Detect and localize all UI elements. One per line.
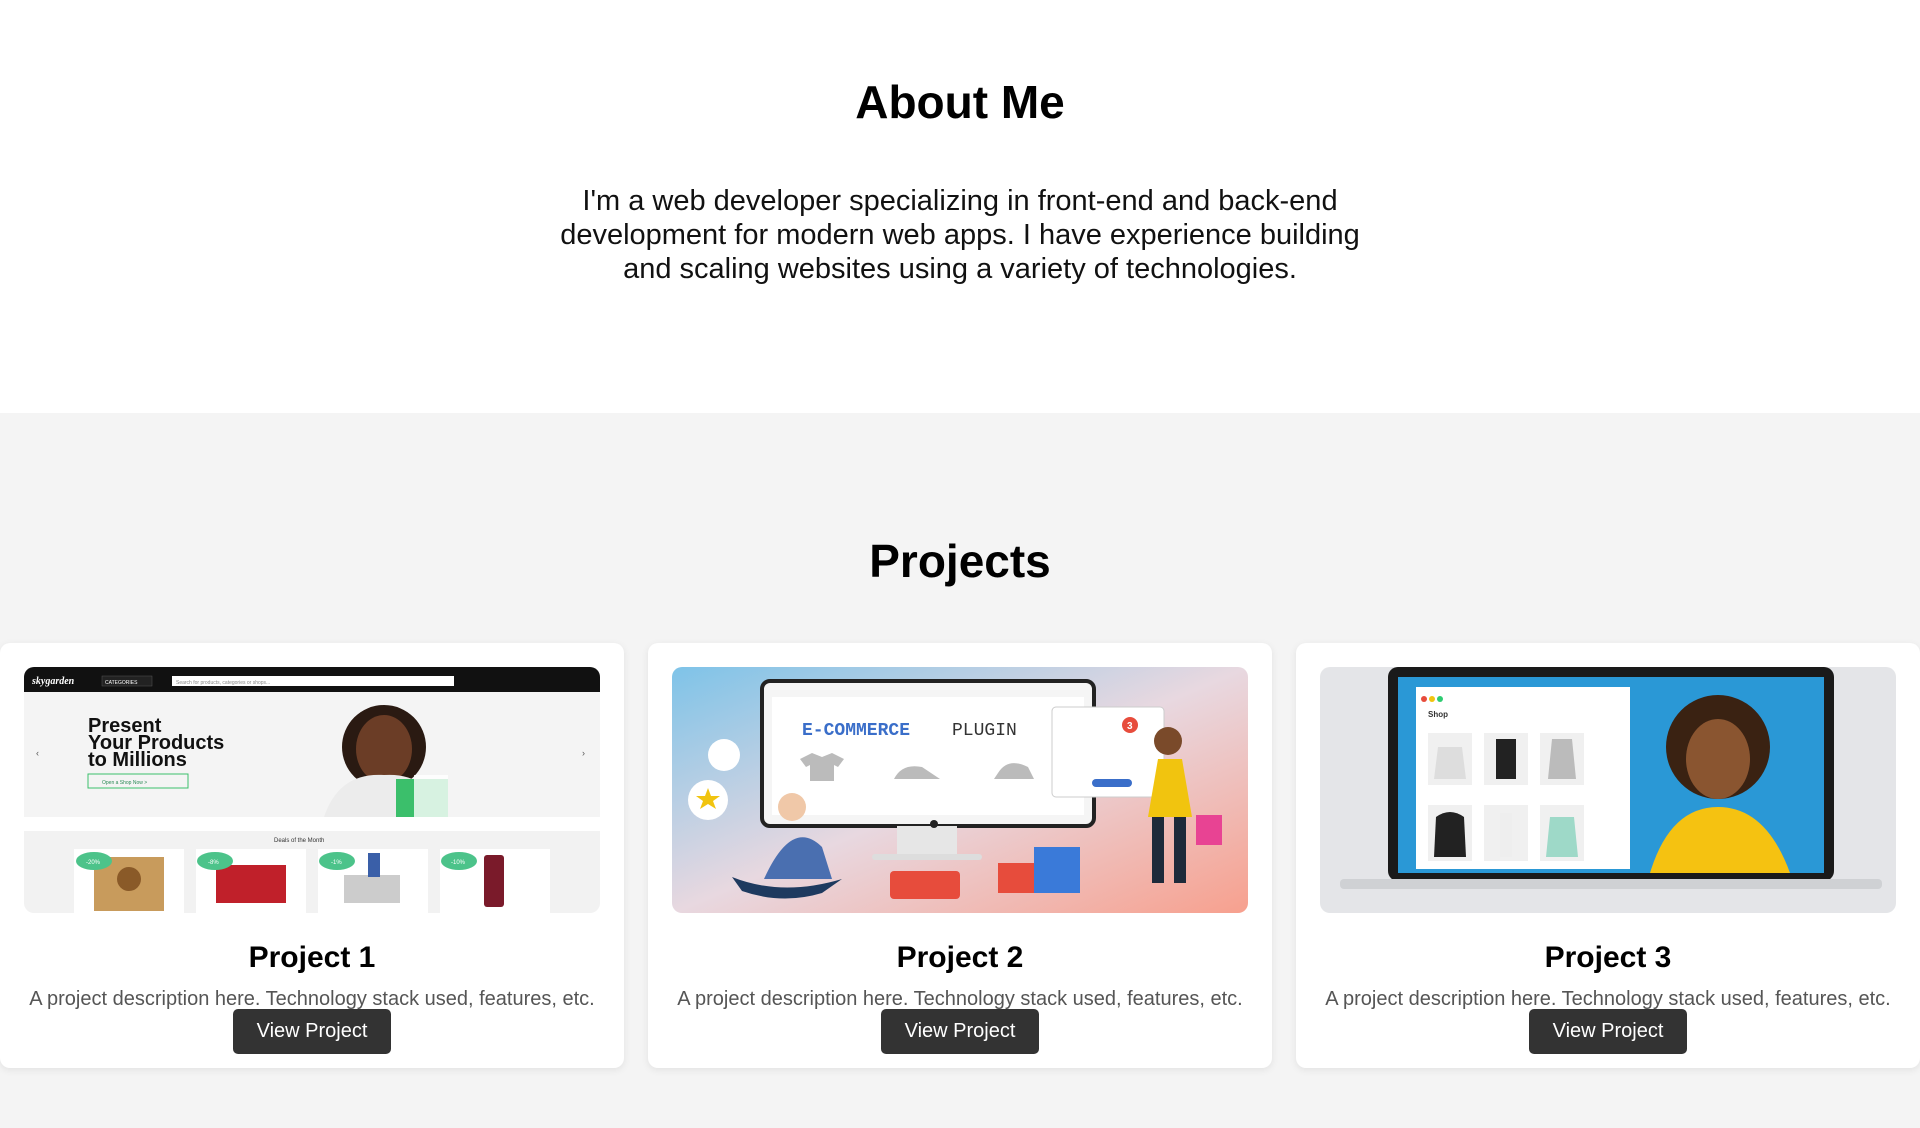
project-2-title: Project 2	[896, 941, 1024, 974]
svg-text:‹: ‹	[36, 748, 39, 758]
svg-text:-10%: -10%	[451, 860, 466, 866]
svg-text:Deals of the Month: Deals of the Month	[274, 838, 324, 844]
laptop-shop-image: Shop	[1320, 667, 1896, 913]
projects-title: Projects	[869, 535, 1051, 587]
svg-text:Open a Shop Now >: Open a Shop Now >	[102, 780, 147, 786]
svg-text:Search for products, categorie: Search for products, categories or shops…	[176, 680, 270, 686]
svg-text:-1%: -1%	[331, 860, 342, 866]
ecommerce-plugin-illustration: E-COMMERCE PLUGIN 3	[672, 667, 1248, 913]
project-3-description: A project description here. Technology s…	[1325, 988, 1891, 1010]
project-1-description: A project description here. Technology s…	[29, 988, 595, 1010]
about-section: About Me I'm a web developer specializin…	[0, 0, 1920, 413]
svg-text:skygarden: skygarden	[31, 676, 75, 687]
project-2-view-button[interactable]: View Project	[881, 1009, 1039, 1054]
skygarden-screenshot-image: skygarden CATEGORIES Search for products…	[24, 667, 600, 913]
svg-text:PLUGIN: PLUGIN	[952, 721, 1017, 741]
svg-text:E-COMMERCE: E-COMMERCE	[802, 721, 910, 741]
projects-section: Projects skygarden CATEGORIES Search for…	[0, 413, 1920, 1128]
project-card-2: E-COMMERCE PLUGIN 3 Project 2 A project …	[648, 643, 1272, 1068]
project-3-thumbnail: Shop	[1320, 667, 1896, 913]
project-3-title: Project 3	[1544, 941, 1672, 974]
about-title: About Me	[855, 76, 1065, 128]
svg-text:CATEGORIES: CATEGORIES	[105, 680, 138, 686]
project-card-3: Shop Project 3 A project description her…	[1296, 643, 1920, 1068]
project-card-1: skygarden CATEGORIES Search for products…	[0, 643, 624, 1068]
project-2-thumbnail: E-COMMERCE PLUGIN 3	[672, 667, 1248, 913]
svg-text:-20%: -20%	[86, 860, 101, 866]
svg-text:to Millions: to Millions	[88, 749, 187, 771]
svg-text:Shop: Shop	[1428, 710, 1448, 719]
svg-text:-8%: -8%	[208, 860, 219, 866]
svg-text:›: ›	[582, 748, 585, 758]
project-1-title: Project 1	[248, 941, 376, 974]
about-text: I'm a web developer specializing in fron…	[560, 185, 1360, 285]
project-1-view-button[interactable]: View Project	[233, 1009, 391, 1054]
project-3-view-button[interactable]: View Project	[1529, 1009, 1687, 1054]
project-2-description: A project description here. Technology s…	[677, 988, 1243, 1010]
project-cards: skygarden CATEGORIES Search for products…	[0, 643, 1920, 1073]
project-1-thumbnail: skygarden CATEGORIES Search for products…	[24, 667, 600, 913]
svg-text:3: 3	[1127, 721, 1133, 732]
